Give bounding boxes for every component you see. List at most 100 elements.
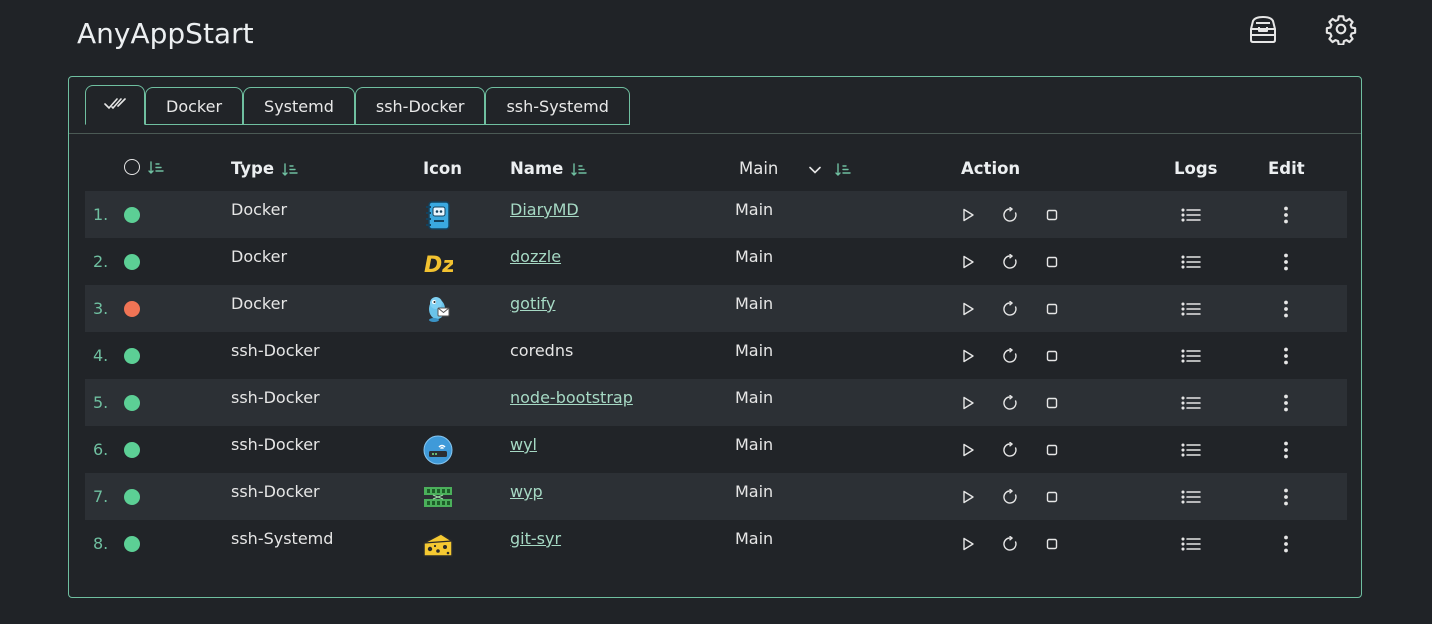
restart-icon[interactable] — [998, 238, 1022, 285]
table-row: 4. ssh-Docker coredns Main — [85, 332, 1347, 379]
name-cell: dozzle — [510, 233, 561, 280]
status-header — [124, 159, 164, 175]
app-name-link[interactable]: git-syr — [510, 529, 561, 548]
app-name-link[interactable]: DiaryMD — [510, 200, 579, 219]
group-cell: Main — [735, 247, 774, 266]
type-cell: Docker — [231, 200, 288, 219]
logs-list-icon[interactable] — [1179, 379, 1203, 426]
action-header-label: Action — [961, 159, 1021, 178]
play-icon[interactable] — [956, 191, 980, 238]
restart-icon[interactable] — [998, 285, 1022, 332]
status-circle-icon[interactable] — [124, 159, 140, 175]
sort-icon[interactable] — [282, 162, 298, 176]
stop-icon[interactable] — [1040, 426, 1064, 473]
logs-list-icon[interactable] — [1179, 473, 1203, 520]
gotify-logo-icon — [423, 294, 453, 324]
table-row: 8. ssh-Systemd git-syr Main — [85, 520, 1347, 567]
apps-table-body: 1. Docker DiaryMD Main 2. Docker Dz dozzle Main 3… — [85, 191, 1347, 567]
kebab-menu-icon[interactable] — [1274, 332, 1298, 379]
tab-systemd[interactable]: Systemd — [243, 87, 355, 125]
stop-icon[interactable] — [1040, 238, 1064, 285]
name-cell: wyp — [510, 468, 543, 515]
tab-label: Docker — [166, 96, 223, 116]
logs-list-icon[interactable] — [1179, 426, 1203, 473]
sort-icon[interactable] — [835, 162, 851, 176]
app-name-link[interactable]: wyl — [510, 435, 537, 454]
row-index: 8. — [93, 534, 109, 553]
name-cell: gotify — [510, 280, 555, 327]
status-dot — [124, 347, 140, 364]
status-dot — [124, 300, 140, 317]
tab-docker[interactable]: Docker — [145, 87, 244, 125]
restart-icon[interactable] — [998, 426, 1022, 473]
kebab-menu-icon[interactable] — [1274, 379, 1298, 426]
tab-ssh-systemd[interactable]: ssh-Systemd — [485, 87, 630, 125]
logs-list-icon[interactable] — [1179, 520, 1203, 567]
stop-icon[interactable] — [1040, 332, 1064, 379]
app-name-link[interactable]: node-bootstrap — [510, 388, 633, 407]
icon-header: Icon — [423, 159, 462, 178]
tab-ssh-docker[interactable]: ssh-Docker — [354, 87, 486, 125]
row-index: 6. — [93, 440, 109, 459]
stop-icon[interactable] — [1040, 379, 1064, 426]
group-cell: Main — [735, 529, 774, 548]
name-header: Name — [510, 159, 588, 178]
table-header: Type Icon Name Main Action Logs Edit — [85, 159, 1347, 179]
icon-cell — [423, 285, 453, 332]
status-cell — [124, 473, 140, 520]
edit-header-label: Edit — [1268, 159, 1305, 178]
kebab-menu-icon[interactable] — [1274, 473, 1298, 520]
app-name-link[interactable]: wyp — [510, 482, 543, 501]
status-cell — [124, 426, 140, 473]
stop-icon[interactable] — [1040, 191, 1064, 238]
logs-list-icon[interactable] — [1179, 332, 1203, 379]
stop-icon[interactable] — [1040, 473, 1064, 520]
type-header: Type — [231, 159, 298, 178]
restart-icon[interactable] — [998, 473, 1022, 520]
logs-list-icon[interactable] — [1179, 285, 1203, 332]
status-cell — [124, 238, 140, 285]
sort-icon[interactable] — [148, 160, 164, 174]
play-icon[interactable] — [956, 520, 980, 567]
table-row: 1. Docker DiaryMD Main — [85, 191, 1347, 238]
tab-all[interactable] — [85, 85, 145, 125]
play-icon[interactable] — [956, 426, 980, 473]
kebab-menu-icon[interactable] — [1274, 426, 1298, 473]
status-dot — [124, 441, 140, 458]
status-dot — [124, 253, 140, 270]
gear-icon[interactable] — [1324, 12, 1358, 46]
group-cell: Main — [735, 294, 774, 313]
kebab-menu-icon[interactable] — [1274, 520, 1298, 567]
group-filter-select[interactable]: Main — [739, 159, 809, 178]
name-cell: wyl — [510, 421, 537, 468]
restart-icon[interactable] — [998, 520, 1022, 567]
table-row: 3. Docker gotify Main — [85, 285, 1347, 332]
chevron-down-icon[interactable] — [809, 159, 821, 178]
sort-icon[interactable] — [571, 162, 588, 176]
play-icon[interactable] — [956, 285, 980, 332]
restart-icon[interactable] — [998, 191, 1022, 238]
logs-list-icon[interactable] — [1179, 191, 1203, 238]
stop-icon[interactable] — [1040, 285, 1064, 332]
kebab-menu-icon[interactable] — [1274, 238, 1298, 285]
restart-icon[interactable] — [998, 379, 1022, 426]
row-index: 7. — [93, 487, 109, 506]
app-name-link[interactable]: dozzle — [510, 247, 561, 266]
row-index: 3. — [93, 299, 109, 318]
stop-icon[interactable] — [1040, 520, 1064, 567]
icon-cell: Dz — [423, 238, 455, 285]
group-cell: Main — [735, 200, 774, 219]
type-cell: Docker — [231, 247, 288, 266]
tab-bar: Docker Systemd ssh-Docker ssh-Systemd — [85, 85, 630, 125]
type-cell: ssh-Docker — [231, 435, 320, 454]
play-icon[interactable] — [956, 379, 980, 426]
logs-list-icon[interactable] — [1179, 238, 1203, 285]
restart-icon[interactable] — [998, 332, 1022, 379]
kebab-menu-icon[interactable] — [1274, 285, 1298, 332]
app-name-link[interactable]: gotify — [510, 294, 555, 313]
kebab-menu-icon[interactable] — [1274, 191, 1298, 238]
play-icon[interactable] — [956, 473, 980, 520]
toolbox-icon[interactable] — [1246, 12, 1280, 46]
play-icon[interactable] — [956, 238, 980, 285]
play-icon[interactable] — [956, 332, 980, 379]
